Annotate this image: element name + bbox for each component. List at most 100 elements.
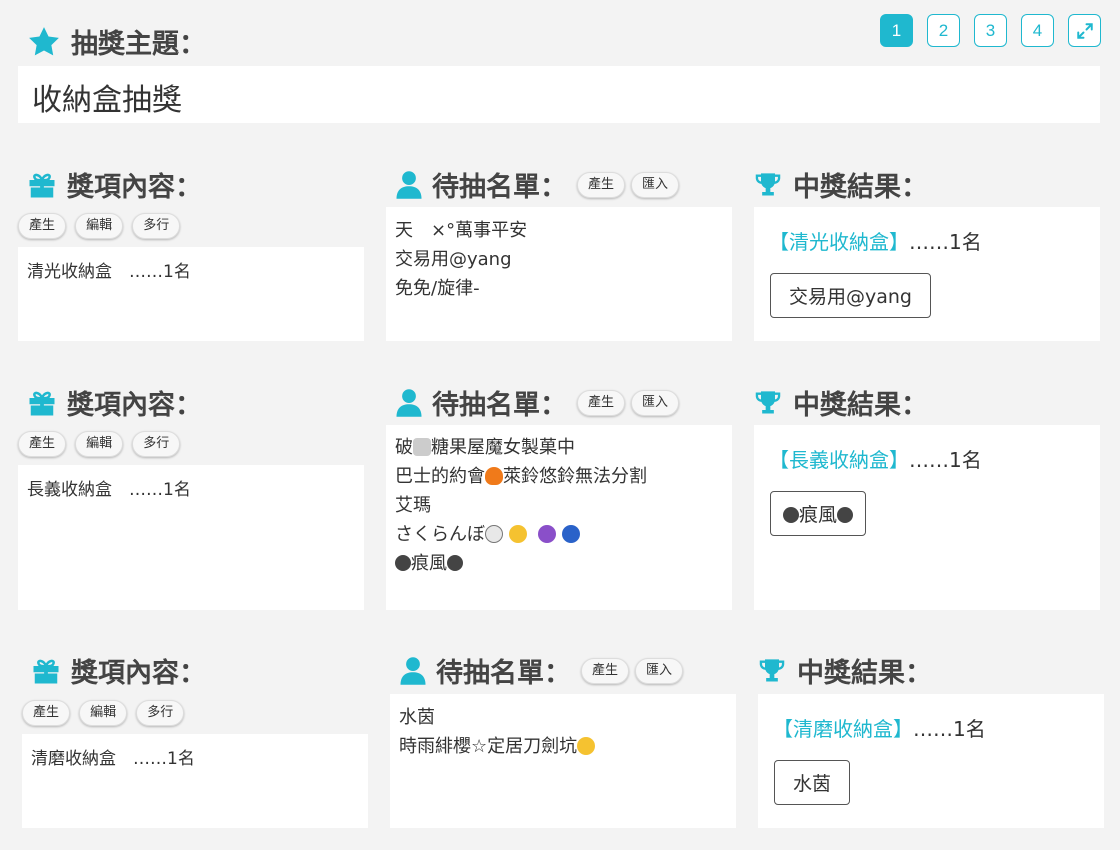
- result-prize: 【清光收納盒】: [769, 230, 909, 254]
- prize-label: 獎項內容：: [67, 390, 202, 421]
- candidate-generate-button[interactable]: 產生: [581, 657, 630, 684]
- result-title: 【清磨收納盒】……1名: [773, 713, 986, 742]
- candidate-header: 待抽名單： 產生 匯入: [396, 165, 683, 204]
- black-circle-icon: [783, 507, 799, 523]
- prize-text: 長義收納盒 ……1名: [27, 480, 191, 500]
- candidate-header: 待抽名單： 產生 匯入: [396, 383, 683, 422]
- result-count: ……1名: [909, 448, 982, 472]
- edit-button[interactable]: 編輯: [75, 213, 124, 239]
- prize-label: 獎項內容：: [71, 658, 206, 689]
- theme-value: 收納盒抽獎: [32, 83, 182, 118]
- hands-icon: [508, 525, 527, 543]
- candidate-line: 免免/旋律-: [395, 278, 480, 299]
- edit-button[interactable]: 編輯: [79, 700, 128, 726]
- star-icon: [29, 26, 59, 55]
- candidate-label: 待抽名單：: [436, 658, 571, 689]
- candidate-textarea[interactable]: 天 ×°萬事平安 交易用@yang 免免/旋律-: [386, 207, 732, 341]
- page-button-4[interactable]: 4: [1021, 14, 1054, 47]
- multiline-button[interactable]: 多行: [136, 700, 185, 726]
- candidate-generate-button[interactable]: 產生: [577, 389, 626, 416]
- page-button-1[interactable]: 1: [880, 14, 913, 47]
- winner-badge: 交易用@yang: [770, 273, 931, 318]
- candidate-textarea[interactable]: 水茵 時雨緋櫻☆定居刀劍坑: [390, 694, 736, 828]
- expand-icon: [1076, 22, 1093, 39]
- black-circle-icon: [837, 507, 854, 523]
- result-header: 中獎結果：: [757, 651, 932, 690]
- multiline-button[interactable]: 多行: [132, 213, 181, 239]
- result-count: ……1名: [909, 230, 982, 254]
- candidate-line: 巴士的約會 萊鈴悠鈴無法分割: [395, 466, 647, 487]
- candidate-generate-button[interactable]: 產生: [577, 171, 626, 198]
- trophy-icon: [755, 390, 781, 413]
- paperclip-icon: [485, 525, 503, 543]
- multiline-button[interactable]: 多行: [132, 431, 181, 457]
- prize-header: 獎項內容：: [31, 651, 206, 690]
- generate-button[interactable]: 產生: [18, 213, 67, 239]
- candidate-line: さくらんぼ: [395, 520, 647, 549]
- result-panel: 【長義收納盒】……1名 痕風: [754, 425, 1100, 610]
- candidate-line: 艾瑪: [395, 495, 431, 516]
- result-panel: 【清光收納盒】……1名 交易用@yang: [754, 207, 1100, 341]
- expand-button[interactable]: [1068, 14, 1101, 47]
- result-prize: 【清磨收納盒】: [773, 717, 913, 741]
- trophy-icon: [755, 172, 781, 195]
- result-header: 中獎結果：: [753, 165, 928, 204]
- candidate-line: 水茵: [399, 707, 435, 728]
- candidate-label: 待抽名單：: [432, 390, 567, 421]
- prize-text: 清磨收納盒 ……1名: [31, 749, 195, 769]
- black-circle-icon: [395, 555, 411, 571]
- candidate-line: 痕風: [395, 549, 647, 578]
- prize-textarea[interactable]: 長義收納盒 ……1名: [18, 465, 364, 610]
- prize-header: 獎項內容：: [27, 165, 202, 204]
- crystal-ball-icon: [538, 525, 557, 543]
- generate-button[interactable]: 產生: [22, 700, 71, 726]
- candidate-header: 待抽名單： 產生 匯入: [400, 651, 687, 690]
- gift-icon: [33, 659, 59, 683]
- candidate-line: 天 ×°萬事平安: [395, 220, 528, 241]
- trophy-icon: [759, 658, 785, 681]
- page-button-3[interactable]: 3: [974, 14, 1007, 47]
- result-prize: 【長義收納盒】: [769, 448, 909, 472]
- user-icon: [400, 656, 426, 685]
- user-icon: [396, 170, 422, 199]
- prize-header: 獎項內容：: [27, 383, 202, 422]
- prize-button-group: 產生 編輯 多行: [18, 213, 184, 239]
- result-header: 中獎結果：: [753, 383, 928, 422]
- theme-header: 抽獎主題：: [27, 22, 206, 61]
- prize-textarea[interactable]: 清磨收納盒 ……1名: [22, 734, 368, 828]
- result-panel: 【清磨收納盒】……1名 水茵: [758, 694, 1104, 828]
- prize-text: 清光收納盒 ……1名: [27, 262, 191, 282]
- result-label: 中獎結果：: [797, 658, 932, 689]
- result-title: 【清光收納盒】……1名: [769, 226, 982, 255]
- result-label: 中獎結果：: [793, 172, 928, 203]
- candidate-import-button[interactable]: 匯入: [631, 171, 680, 198]
- prize-textarea[interactable]: 清光收納盒 ……1名: [18, 247, 364, 341]
- prize-button-group: 產生 編輯 多行: [22, 700, 188, 726]
- winner-badge: 水茵: [774, 760, 851, 805]
- gift-icon: [29, 173, 55, 197]
- candidate-import-button[interactable]: 匯入: [631, 389, 680, 416]
- candidate-textarea[interactable]: 破糖果屋魔女製菓中 巴士的約會 萊鈴悠鈴無法分割 艾瑪 さくらんぼ 痕風: [386, 425, 732, 610]
- candidate-line: 破糖果屋魔女製菓中: [395, 437, 575, 458]
- black-circle-icon: [447, 555, 463, 571]
- generate-button[interactable]: 產生: [18, 431, 67, 457]
- page-button-2[interactable]: 2: [927, 14, 960, 47]
- prize-label: 獎項內容：: [67, 172, 202, 203]
- galaxy-icon: [561, 525, 580, 543]
- gift-icon: [29, 391, 55, 415]
- result-label: 中獎結果：: [793, 390, 928, 421]
- winner-badge: 痕風: [770, 491, 867, 536]
- user-icon: [396, 388, 422, 417]
- fire-icon: [485, 467, 503, 485]
- result-title: 【長義收納盒】……1名: [769, 444, 982, 473]
- prize-button-group: 產生 編輯 多行: [18, 431, 184, 457]
- result-count: ……1名: [913, 717, 986, 741]
- theme-input[interactable]: 收納盒抽獎: [18, 66, 1100, 123]
- theme-label: 抽獎主題：: [71, 29, 206, 60]
- candidate-line: 交易用@yang: [395, 249, 512, 270]
- candidate-line: 時雨緋櫻☆定居刀劍坑: [399, 732, 596, 761]
- rabbit-icon: [413, 438, 431, 456]
- candidate-import-button[interactable]: 匯入: [635, 657, 684, 684]
- candidate-label: 待抽名單：: [432, 172, 567, 203]
- edit-button[interactable]: 編輯: [75, 431, 124, 457]
